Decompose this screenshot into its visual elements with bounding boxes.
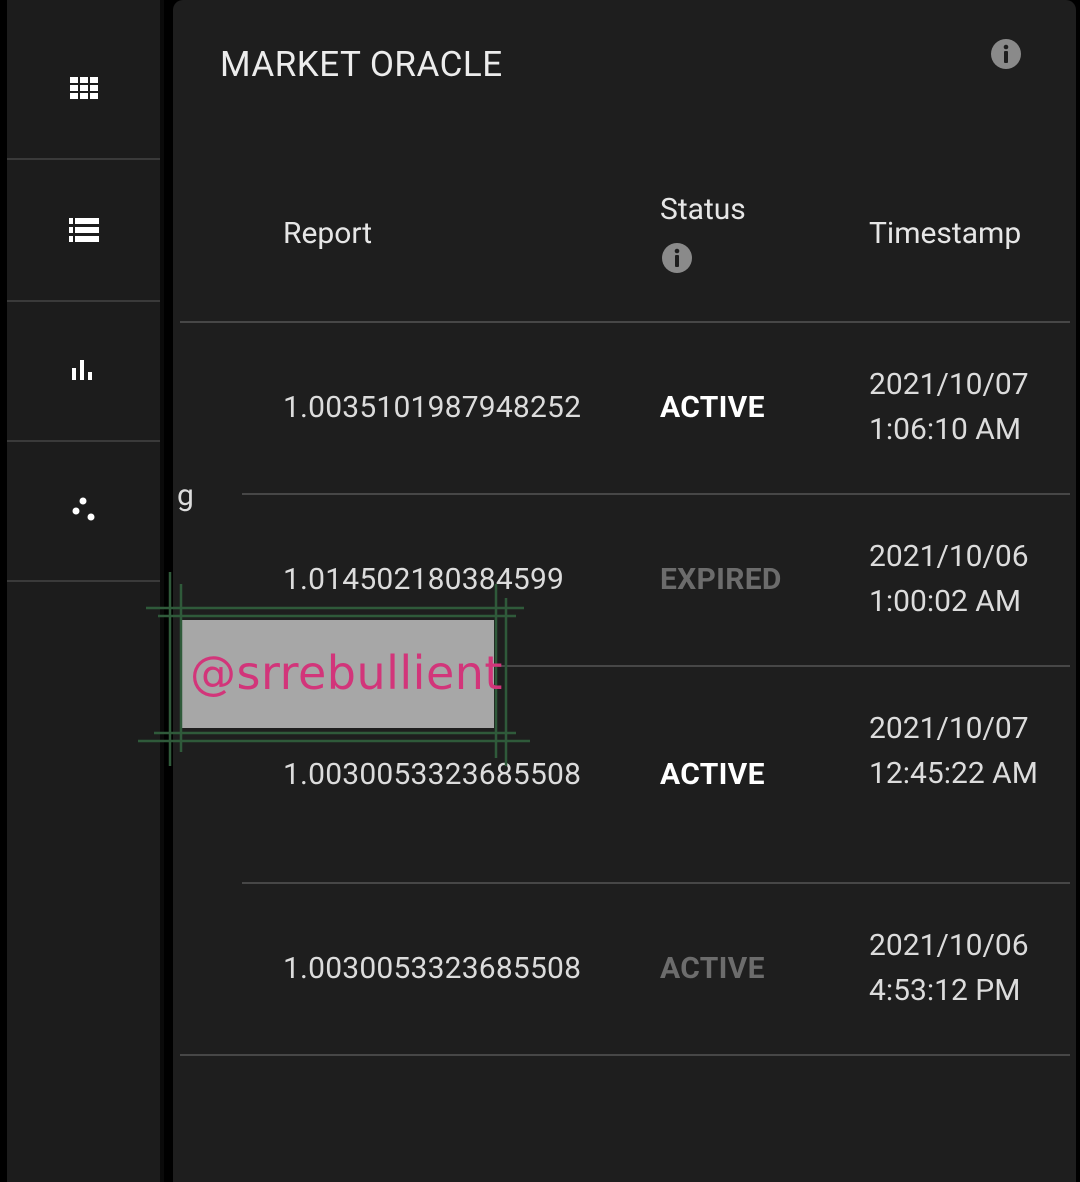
column-header-timestamp[interactable]: Timestamp — [869, 216, 1021, 251]
info-icon[interactable] — [990, 38, 1022, 70]
timestamp-time: 4:53:12 PM — [869, 973, 1021, 1008]
header-divider — [180, 321, 1070, 323]
grid-icon — [69, 77, 98, 99]
timestamp: 2021/10/07 12:45:22 AM — [869, 706, 1049, 796]
timestamp-date: 2021/10/06 — [869, 928, 1029, 963]
timestamp-date: 2021/10/06 — [869, 539, 1029, 574]
row-divider — [493, 665, 1070, 667]
status-info-icon[interactable] — [661, 242, 693, 274]
nav-item-grid[interactable] — [7, 18, 160, 160]
app-screen: MARKET ORACLE Report Status Timestamp 1.… — [0, 0, 1080, 1182]
timestamp: 2021/10/07 1:06:10 AM — [869, 362, 1049, 452]
nav-item-chart[interactable] — [7, 300, 160, 442]
bar-chart-icon — [71, 360, 92, 380]
status-badge: ACTIVE — [660, 390, 765, 425]
status-badge: ACTIVE — [660, 757, 765, 792]
nav-item-list[interactable] — [7, 160, 160, 302]
card-title: MARKET ORACLE — [220, 44, 503, 85]
column-header-report[interactable]: Report — [283, 216, 372, 251]
status-badge: ACTIVE — [660, 951, 765, 986]
timestamp-time: 12:45:22 AM — [869, 756, 1038, 791]
timestamp: 2021/10/06 1:00:02 AM — [869, 534, 1049, 624]
watermark-text: @srrebullient — [190, 646, 503, 700]
row-divider — [180, 1054, 1070, 1056]
timestamp: 2021/10/06 4:53:12 PM — [869, 923, 1049, 1013]
column-header-status[interactable]: Status — [660, 192, 746, 227]
partial-label: g — [177, 478, 194, 513]
timestamp-date: 2021/10/07 — [869, 711, 1029, 746]
timestamp-time: 1:00:02 AM — [869, 584, 1022, 619]
report-value: 1.0030053323685508 — [283, 951, 582, 986]
list-icon — [68, 218, 99, 242]
report-value: 1.0035101987948252 — [283, 390, 582, 425]
scatter-dots-icon — [72, 497, 94, 521]
timestamp-time: 1:06:10 AM — [869, 412, 1022, 447]
row-divider — [242, 493, 1070, 495]
timestamp-date: 2021/10/07 — [869, 367, 1029, 402]
nav-item-scatter[interactable] — [7, 440, 160, 582]
row-divider — [242, 882, 1070, 884]
status-badge: EXPIRED — [660, 562, 782, 597]
